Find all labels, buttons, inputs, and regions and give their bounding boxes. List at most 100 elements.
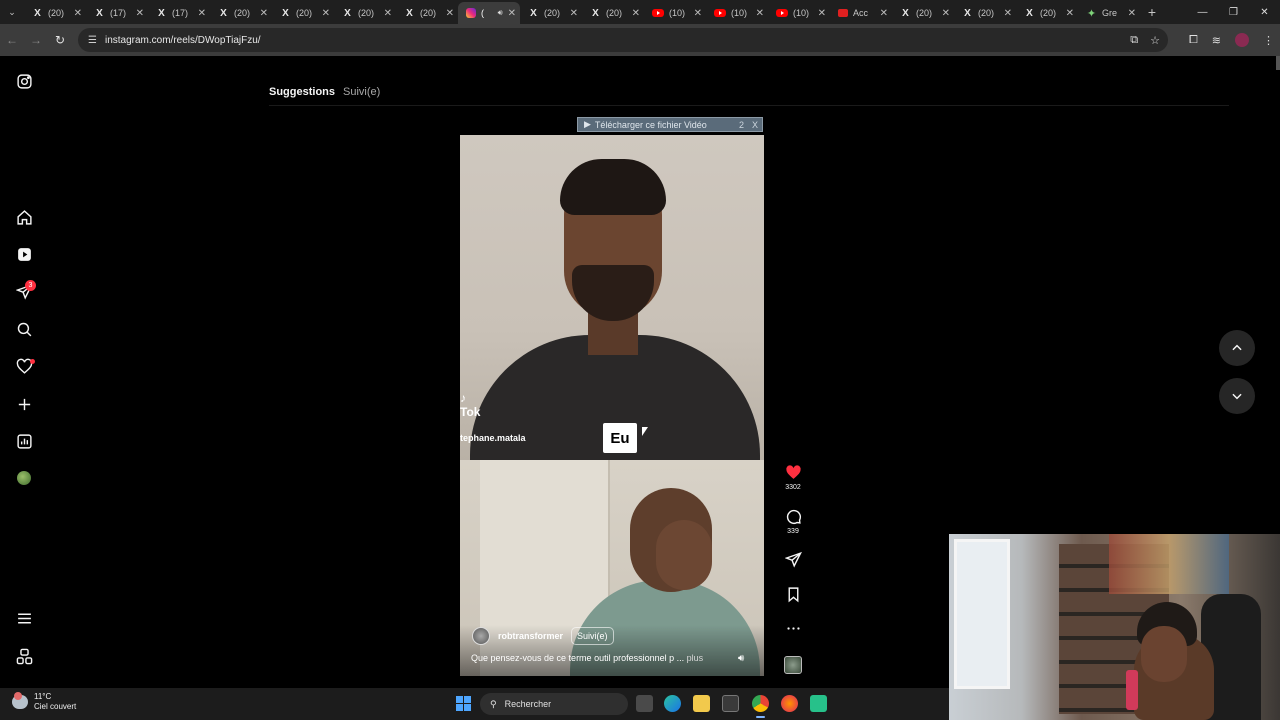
browser-tab[interactable]: X (17) ✕: [148, 2, 210, 24]
browser-tab[interactable]: X (20) ✕: [272, 2, 334, 24]
tab-close-icon[interactable]: ✕: [1128, 8, 1136, 19]
bookmark-star-icon[interactable]: ☆: [1150, 34, 1160, 47]
profile-avatar[interactable]: [1235, 33, 1249, 47]
browser-tab[interactable]: X (20) ✕: [582, 2, 644, 24]
author-username[interactable]: robtransformer: [498, 631, 563, 641]
browser-tab[interactable]: (10) ✕: [706, 2, 768, 24]
instagram-logo-icon[interactable]: [14, 71, 34, 91]
minimize-button[interactable]: —: [1187, 0, 1218, 24]
caption-more-link[interactable]: plus: [687, 653, 704, 663]
tab-close-icon[interactable]: ✕: [880, 8, 888, 19]
tab-close-icon[interactable]: ✕: [570, 8, 578, 19]
edge-icon[interactable]: [664, 695, 681, 712]
previous-reel-button[interactable]: [1219, 330, 1255, 366]
profile-avatar[interactable]: [17, 471, 31, 485]
tab-close-icon[interactable]: ✕: [74, 8, 82, 19]
forward-button[interactable]: →: [24, 24, 48, 56]
volume-icon[interactable]: 🔊︎: [738, 653, 744, 664]
tab-close-icon[interactable]: ✕: [756, 8, 764, 19]
media-control-icon[interactable]: ≋: [1212, 34, 1221, 47]
windows-start-icon[interactable]: [456, 696, 471, 711]
bookmark-icon[interactable]: [785, 586, 802, 603]
taskbar-search[interactable]: ⚲ Rechercher: [480, 693, 628, 715]
home-icon[interactable]: [14, 207, 34, 227]
reload-button[interactable]: ↻: [48, 24, 72, 56]
store-icon[interactable]: [722, 695, 739, 712]
tab-close-icon[interactable]: ✕: [198, 8, 206, 19]
save-action: [780, 586, 806, 603]
more-dots-icon[interactable]: [785, 620, 802, 637]
browser-tab[interactable]: Acc ✕: [830, 2, 892, 24]
new-tab-button[interactable]: +: [1140, 0, 1164, 24]
tab-close-icon[interactable]: ✕: [694, 8, 702, 19]
tab-close-icon[interactable]: ✕: [322, 8, 330, 19]
tab-close-icon[interactable]: ✕: [1066, 8, 1074, 19]
browser-tab[interactable]: X (20) ✕: [24, 2, 86, 24]
tab-close-icon[interactable]: ✕: [260, 8, 268, 19]
browser-menu-icon[interactable]: ⋮: [1263, 34, 1274, 47]
app-icon[interactable]: [810, 695, 827, 712]
firefox-icon[interactable]: [781, 695, 798, 712]
comment-count: 339: [787, 528, 799, 535]
more-menu-icon[interactable]: [14, 608, 34, 628]
original-audio-thumbnail[interactable]: [784, 656, 802, 674]
address-bar[interactable]: ☰ instagram.com/reels/DWopTiajFzu/ ⧉ ☆: [78, 28, 1168, 52]
reel-caption[interactable]: Que pensez-vous de ce terme outil profes…: [471, 653, 703, 663]
page-scrollbar[interactable]: [1276, 56, 1280, 70]
heart-icon[interactable]: [785, 464, 802, 481]
restore-button[interactable]: ❐: [1218, 0, 1249, 24]
task-view-icon[interactable]: [636, 695, 653, 712]
browser-tab[interactable]: (10) ✕: [644, 2, 706, 24]
following-button[interactable]: Suivi(e): [571, 627, 614, 645]
site-info-icon[interactable]: ☰: [88, 35, 97, 46]
tab-close-icon[interactable]: ✕: [384, 8, 392, 19]
browser-tab[interactable]: X (20) ✕: [334, 2, 396, 24]
tab-close-icon[interactable]: ✕: [508, 8, 516, 19]
reels-icon[interactable]: [14, 244, 34, 264]
browser-tab[interactable]: (10) ✕: [768, 2, 830, 24]
url-text[interactable]: instagram.com/reels/DWopTiajFzu/: [105, 35, 261, 46]
browser-tab[interactable]: X (20) ✕: [1016, 2, 1078, 24]
tab-close-icon[interactable]: ✕: [1004, 8, 1012, 19]
tab-audio-icon[interactable]: 🔊︎: [498, 8, 503, 18]
tab-close-icon[interactable]: ✕: [136, 8, 144, 19]
tab-close-icon[interactable]: ✕: [446, 8, 454, 19]
x-icon: X: [344, 7, 351, 19]
search-icon[interactable]: [14, 319, 34, 339]
browser-tab[interactable]: X (17) ✕: [86, 2, 148, 24]
tab-title: Acc: [853, 8, 869, 18]
tab-search-button[interactable]: ⌄: [0, 0, 24, 24]
reel-video[interactable]: ♪ Tok tephane.matala Eu robtransformer Su…: [460, 135, 764, 676]
back-button[interactable]: ←: [0, 24, 24, 56]
tab-close-icon[interactable]: ✕: [942, 8, 950, 19]
browser-tab[interactable]: (🔊︎ ✕: [458, 2, 520, 24]
browser-tab[interactable]: X (20) ✕: [520, 2, 582, 24]
dashboard-icon[interactable]: [14, 431, 34, 451]
browser-tab[interactable]: X (20) ✕: [954, 2, 1016, 24]
file-explorer-icon[interactable]: [693, 695, 710, 712]
video-download-banner[interactable]: ▶ Télécharger ce fichier Vidéo 2 X: [577, 117, 763, 132]
author-avatar[interactable]: [472, 627, 490, 645]
tab-close-icon[interactable]: ✕: [818, 8, 826, 19]
share-icon[interactable]: [784, 551, 802, 568]
create-plus-icon[interactable]: [14, 394, 34, 414]
tab-title: (17): [110, 8, 127, 18]
tab-suggestions[interactable]: Suggestions: [269, 86, 335, 98]
browser-tab[interactable]: X (20) ✕: [892, 2, 954, 24]
browser-tab[interactable]: X (20) ✕: [210, 2, 272, 24]
extensions-icon[interactable]: ⧠: [1189, 34, 1198, 47]
also-from-meta-icon[interactable]: [14, 646, 34, 666]
download-label[interactable]: Télécharger ce fichier Vidéo: [595, 120, 707, 130]
weather-widget[interactable]: 11°C Ciel couvert: [12, 692, 76, 712]
comment-icon[interactable]: [785, 508, 802, 525]
browser-tab[interactable]: ✦ Gre ✕: [1078, 2, 1140, 24]
next-reel-button[interactable]: [1219, 378, 1255, 414]
tab-following[interactable]: Suivi(e): [343, 86, 380, 98]
install-app-icon[interactable]: ⧉: [1130, 34, 1138, 47]
download-close-button[interactable]: X: [752, 120, 758, 130]
chrome-icon[interactable]: [752, 695, 769, 718]
tab-close-icon[interactable]: ✕: [632, 8, 640, 19]
close-window-button[interactable]: ✕: [1249, 0, 1280, 24]
streamer-webcam: [949, 534, 1280, 720]
browser-tab[interactable]: X (20) ✕: [396, 2, 458, 24]
